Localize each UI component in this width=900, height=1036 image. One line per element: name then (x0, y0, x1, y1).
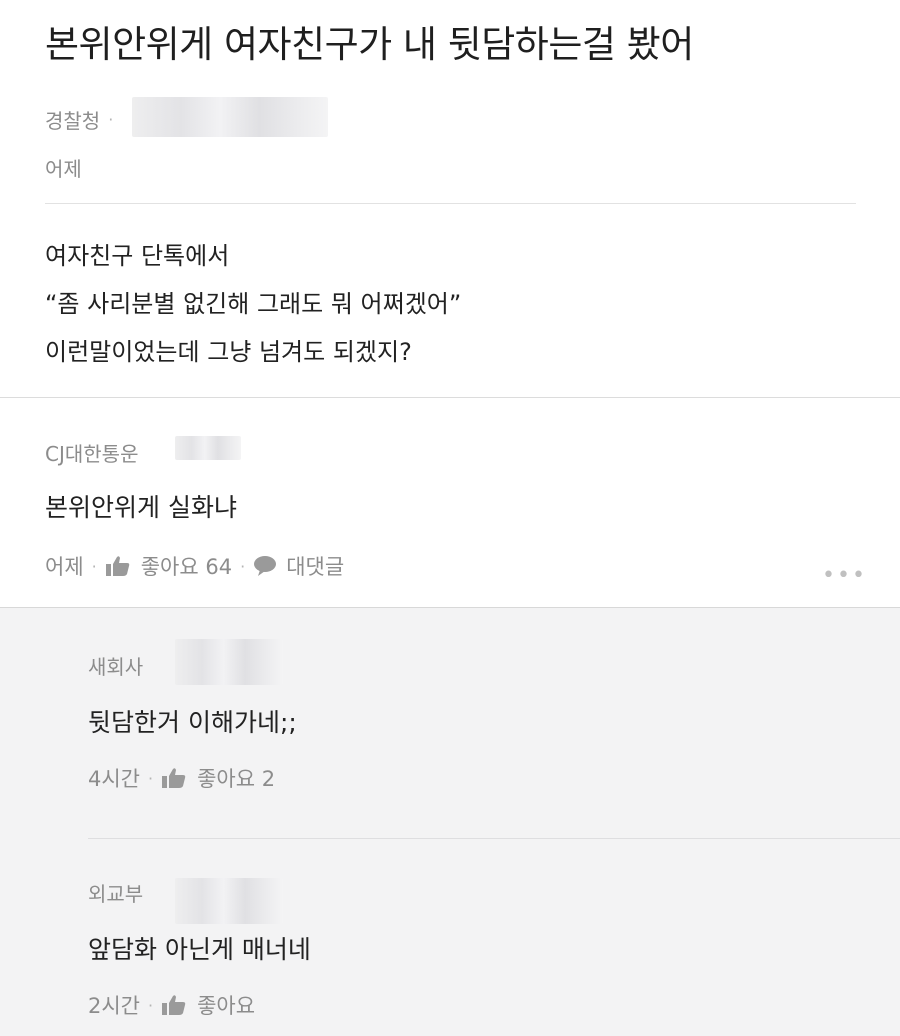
reply-text: 뒷담한거 이해가네;; (88, 708, 297, 737)
post-body-line: 여자친구 단톡에서 (45, 242, 230, 270)
like-button[interactable]: 좋아요 2 (161, 763, 275, 793)
comment-author[interactable]: CJ대한통운 (45, 438, 138, 467)
speech-bubble-icon (254, 556, 277, 576)
reply-meta: 4시간 · 좋아요 2 (88, 763, 275, 793)
post-author[interactable]: 경찰청 (45, 105, 100, 134)
post-title: 본위안위게 여자친구가 내 뒷담하는걸 봤어 (45, 23, 694, 66)
comment-text: 본위안위게 실화냐 (45, 493, 237, 522)
like-button[interactable]: 좋아요 (161, 990, 255, 1020)
post-date: 어제 (45, 157, 82, 181)
reply-time: 4시간 (88, 767, 141, 791)
thumbs-up-icon (105, 556, 129, 576)
separator-dot: · (108, 110, 114, 129)
thumbs-up-icon (162, 995, 186, 1015)
comment: CJ대한통운 본위안위게 실화냐 어제 · 좋아요 64 · 대댓글 ••• (0, 398, 900, 608)
post-author-line: 경찰청 · (45, 105, 121, 134)
separator-dot: · (91, 556, 97, 576)
replies-section: 새회사 뒷담한거 이해가네;; 4시간 · 좋아요 2 외교부 앞담화 아닌게 … (0, 608, 900, 1036)
separator-dot: · (148, 995, 154, 1015)
blurred-author-info (175, 639, 283, 685)
post-body: 여자친구 단톡에서 “좀 사리분별 없긴해 그래도 뭐 어쩌겠어” 이런말이었는… (45, 232, 461, 376)
blurred-author-info (175, 878, 283, 924)
like-count: 좋아요 (197, 994, 256, 1018)
blurred-author-info (132, 97, 328, 137)
reply-time: 2시간 (88, 994, 141, 1018)
separator-dot: · (240, 556, 246, 576)
post-divider (45, 203, 856, 204)
post-body-line: “좀 사리분별 없긴해 그래도 뭐 어쩌겠어” (45, 290, 462, 318)
like-button[interactable]: 좋아요 64 (105, 551, 232, 581)
reply-meta: 2시간 · 좋아요 (88, 990, 255, 1020)
reply-button[interactable]: 대댓글 (253, 551, 344, 581)
like-count: 좋아요 2 (197, 767, 276, 791)
more-dots-icon[interactable]: ••• (822, 563, 867, 588)
comment-time: 어제 (45, 555, 84, 579)
reply-author[interactable]: 외교부 (88, 878, 143, 907)
post: 본위안위게 여자친구가 내 뒷담하는걸 봤어 경찰청 · 어제 여자친구 단톡에… (0, 0, 900, 398)
post-body-line: 이런말이었는데 그냥 넘겨도 되겠지? (45, 338, 412, 366)
like-count: 좋아요 64 (140, 555, 233, 579)
reply-text: 앞담화 아닌게 매너네 (88, 935, 311, 964)
reply-divider (88, 838, 900, 839)
blurred-author-info (175, 436, 241, 460)
reply-label: 대댓글 (286, 555, 345, 579)
comment-meta: 어제 · 좋아요 64 · 대댓글 (45, 551, 344, 581)
separator-dot: · (148, 768, 154, 788)
thumbs-up-icon (162, 768, 186, 788)
reply-author[interactable]: 새회사 (88, 651, 143, 680)
